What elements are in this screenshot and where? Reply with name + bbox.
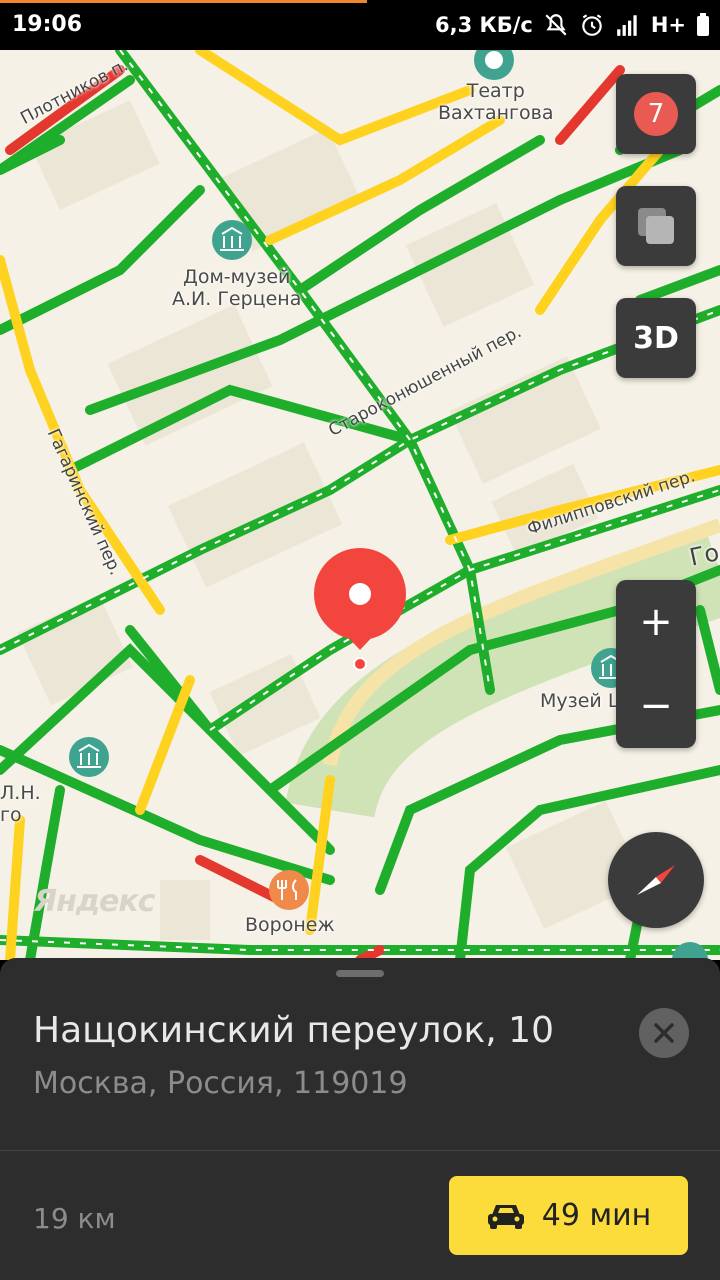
museum-icon[interactable] — [212, 220, 252, 260]
map-view[interactable]: Театр Вахтангова Дом-музей А.И. Герцена Му… — [0, 50, 720, 960]
compass-icon — [637, 865, 675, 895]
loading-progress — [0, 0, 367, 3]
alarm-icon — [582, 14, 602, 36]
compass-button[interactable] — [608, 832, 704, 928]
minus-icon: − — [639, 683, 673, 729]
address-sheet[interactable]: Нащокинский переулок, 10 Москва, Россия,… — [0, 958, 720, 1280]
poi-theatre-label[interactable]: Театр Вахтангова — [438, 80, 554, 124]
poi-partial-label[interactable]: Л.Н. го — [0, 782, 41, 826]
close-icon — [654, 1023, 674, 1043]
poi-herzen-museum-label[interactable]: Дом-музей А.И. Герцена — [172, 266, 301, 310]
route-time: 49 мин — [541, 1198, 652, 1233]
car-icon — [487, 1204, 524, 1229]
restaurant-icon[interactable] — [269, 870, 309, 910]
network-type: H+ — [650, 13, 686, 37]
traffic-level-badge: 7 — [634, 92, 678, 136]
close-button[interactable] — [639, 1008, 689, 1058]
route-distance: 19 км — [33, 1202, 116, 1235]
network-speed: 6,3 КБ/с — [435, 13, 533, 37]
zoom-out-button[interactable]: − — [616, 664, 696, 748]
theatre-icon[interactable] — [474, 50, 514, 80]
layers-button[interactable] — [616, 186, 696, 266]
signal-icon — [616, 15, 637, 36]
status-right: 6,3 КБ/с H+ — [435, 12, 710, 38]
address-title: Нащокинский переулок, 10 — [33, 1010, 554, 1051]
poi-restaurant-label[interactable]: Воронеж — [245, 914, 335, 936]
3d-toggle-button[interactable]: 3D — [616, 298, 696, 378]
yandex-watermark: Яндекс — [34, 884, 156, 919]
sheet-drag-handle[interactable] — [336, 970, 384, 977]
layers-icon — [638, 208, 674, 244]
route-button[interactable]: 49 мин — [449, 1176, 688, 1255]
street-label-partial: Го — [687, 538, 720, 572]
address-subtitle: Москва, Россия, 119019 — [33, 1066, 408, 1101]
zoom-in-button[interactable]: + — [616, 580, 696, 664]
status-bar: 19:06 6,3 КБ/с H+ — [0, 0, 720, 50]
traffic-button[interactable]: 7 — [616, 74, 696, 154]
museum-icon[interactable] — [69, 737, 109, 777]
status-time: 19:06 — [12, 12, 83, 37]
sheet-divider — [0, 1150, 720, 1151]
mute-icon — [545, 14, 567, 36]
plus-icon: + — [639, 599, 673, 645]
battery-icon — [697, 13, 709, 36]
zoom-controls: + − — [616, 580, 696, 748]
